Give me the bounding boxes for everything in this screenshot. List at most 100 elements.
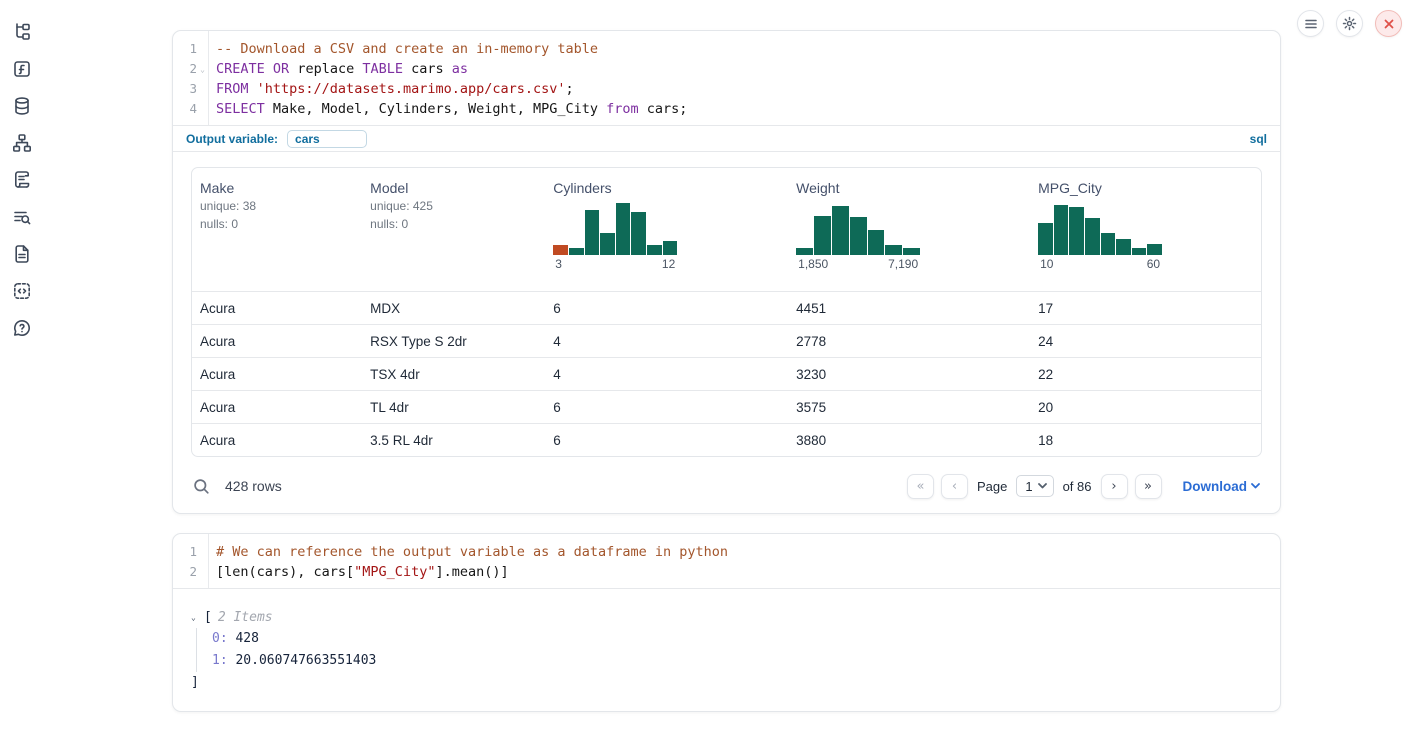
menu-button[interactable]: [1297, 10, 1324, 37]
sql-code-editor[interactable]: 1-- Download a CSV and create an in-memo…: [173, 31, 1280, 125]
table-cell: 6: [545, 433, 788, 448]
page-select[interactable]: 1: [1016, 475, 1053, 497]
histogram-bar[interactable]: [1085, 218, 1100, 255]
sql-language-badge[interactable]: sql: [1250, 132, 1267, 146]
axis-min-label: 3: [555, 257, 562, 271]
table-row[interactable]: Acura3.5 RL 4dr6388018: [192, 423, 1261, 456]
histogram-bar[interactable]: [850, 217, 867, 255]
token-plain: replace: [289, 61, 362, 77]
first-page-button[interactable]: «: [907, 474, 934, 499]
search-icon[interactable]: [193, 478, 210, 495]
histogram-bar[interactable]: [1069, 207, 1084, 255]
table-cell: TSX 4dr: [362, 367, 545, 382]
settings-button[interactable]: [1336, 10, 1363, 37]
histogram-axis-labels: 312: [553, 255, 677, 271]
table-row[interactable]: AcuraRSX Type S 2dr4277824: [192, 324, 1261, 357]
download-button[interactable]: Download: [1183, 479, 1261, 494]
code-line[interactable]: 2[len(cars), cars["MPG_City"].mean()]: [173, 562, 1280, 582]
column-header-MPG_City[interactable]: MPG_City1060: [1030, 168, 1261, 291]
code-line[interactable]: 1# We can reference the output variable …: [173, 542, 1280, 562]
help-icon[interactable]: [11, 317, 33, 339]
histogram-bar[interactable]: [903, 248, 920, 255]
token-string: 'https://datasets.marimo.app/cars.csv': [257, 81, 566, 97]
table-cell: Acura: [192, 334, 362, 349]
items-count-label: 2 Items: [218, 610, 273, 625]
column-name: Cylinders: [553, 180, 780, 196]
histogram-bar[interactable]: [663, 241, 678, 255]
table-cell: 3880: [788, 433, 1030, 448]
table-cell: 17: [1030, 301, 1261, 316]
column-header-Weight[interactable]: Weight1,8507,190: [788, 168, 1030, 291]
histogram-bar[interactable]: [553, 245, 568, 255]
fold-spacer: [197, 562, 208, 582]
histogram-bar[interactable]: [1147, 244, 1162, 255]
shutdown-button[interactable]: [1375, 10, 1402, 37]
scroll-icon[interactable]: [11, 169, 33, 191]
python-cell: 1# We can reference the output variable …: [172, 533, 1281, 712]
document-icon[interactable]: [11, 243, 33, 265]
code-line[interactable]: 1-- Download a CSV and create an in-memo…: [173, 39, 1280, 59]
token-comment: # We can reference the output variable a…: [216, 544, 728, 560]
database-icon[interactable]: [11, 95, 33, 117]
entry-key: 0:: [212, 631, 235, 646]
next-page-button[interactable]: ›: [1101, 474, 1128, 499]
table-row[interactable]: AcuraMDX6445117: [192, 291, 1261, 324]
token-plain: [len(cars), cars[: [216, 564, 354, 580]
snippets-icon[interactable]: [11, 280, 33, 302]
histogram-bar[interactable]: [832, 206, 849, 255]
histogram-bars: [1038, 203, 1162, 255]
output-variable-label: Output variable:: [186, 132, 278, 146]
output-variable-input[interactable]: cars: [287, 130, 367, 148]
python-output-tree: ⌄ [ 2 Items 0: 4281: 20.060747663551403 …: [173, 589, 1280, 694]
code-text: CREATE OR replace TABLE cars as: [208, 59, 468, 79]
last-page-button[interactable]: »: [1135, 474, 1162, 499]
histogram-axis-labels: 1060: [1038, 255, 1162, 271]
histogram-bar[interactable]: [1101, 233, 1116, 255]
column-header-Make[interactable]: Makeunique: 38nulls: 0: [192, 168, 362, 291]
histogram-bar[interactable]: [1054, 205, 1069, 255]
histogram-bar[interactable]: [647, 245, 662, 255]
dependency-graph-icon[interactable]: [11, 132, 33, 154]
histogram-bar[interactable]: [585, 210, 600, 255]
histogram-bar[interactable]: [600, 233, 615, 255]
code-text: # We can reference the output variable a…: [208, 542, 728, 562]
histogram-bar[interactable]: [885, 245, 902, 255]
histogram-bar[interactable]: [868, 230, 885, 255]
table-row[interactable]: AcuraTL 4dr6357520: [192, 390, 1261, 423]
code-text: [len(cars), cars["MPG_City"].mean()]: [208, 562, 509, 582]
column-stat: nulls: 0: [370, 216, 537, 232]
column-header-Cylinders[interactable]: Cylinders 312: [545, 168, 788, 291]
column-stat: nulls: 0: [200, 216, 354, 232]
histogram-bar[interactable]: [616, 203, 631, 255]
column-name: Make: [200, 180, 354, 196]
code-text: FROM 'https://datasets.marimo.app/cars.c…: [208, 79, 574, 99]
table-row[interactable]: AcuraTSX 4dr4323022: [192, 357, 1261, 390]
histogram-bar[interactable]: [569, 248, 584, 255]
code-line[interactable]: 4SELECT Make, Model, Cylinders, Weight, …: [173, 99, 1280, 119]
tree-entry: 0: 428: [212, 628, 1262, 650]
column-header-Model[interactable]: Modelunique: 425nulls: 0: [362, 168, 545, 291]
histogram-bar[interactable]: [1038, 223, 1053, 255]
fold-spacer: [197, 39, 208, 59]
token-keyword: as: [452, 61, 468, 77]
functions-icon[interactable]: [11, 58, 33, 80]
chevron-down-icon[interactable]: ⌄: [191, 613, 204, 622]
histogram-bar[interactable]: [796, 248, 813, 255]
table-cell: 3.5 RL 4dr: [362, 433, 545, 448]
python-code-editor[interactable]: 1# We can reference the output variable …: [173, 534, 1280, 588]
file-tree-icon[interactable]: [11, 21, 33, 43]
code-line[interactable]: 2⌄CREATE OR replace TABLE cars as: [173, 59, 1280, 79]
histogram-bar[interactable]: [631, 212, 646, 255]
histogram-bar[interactable]: [814, 216, 831, 255]
table-cell: 4: [545, 334, 788, 349]
list-search-icon[interactable]: [11, 206, 33, 228]
table-cell: Acura: [192, 400, 362, 415]
fold-icon[interactable]: ⌄: [197, 59, 208, 79]
code-line[interactable]: 3FROM 'https://datasets.marimo.app/cars.…: [173, 79, 1280, 99]
column-histogram: 1,8507,190: [796, 203, 920, 271]
histogram-bar[interactable]: [1132, 248, 1147, 255]
table-cell: Acura: [192, 301, 362, 316]
prev-page-button[interactable]: ‹: [941, 474, 968, 499]
output-variable-bar: Output variable: cars sql: [173, 125, 1280, 152]
histogram-bar[interactable]: [1116, 239, 1131, 255]
